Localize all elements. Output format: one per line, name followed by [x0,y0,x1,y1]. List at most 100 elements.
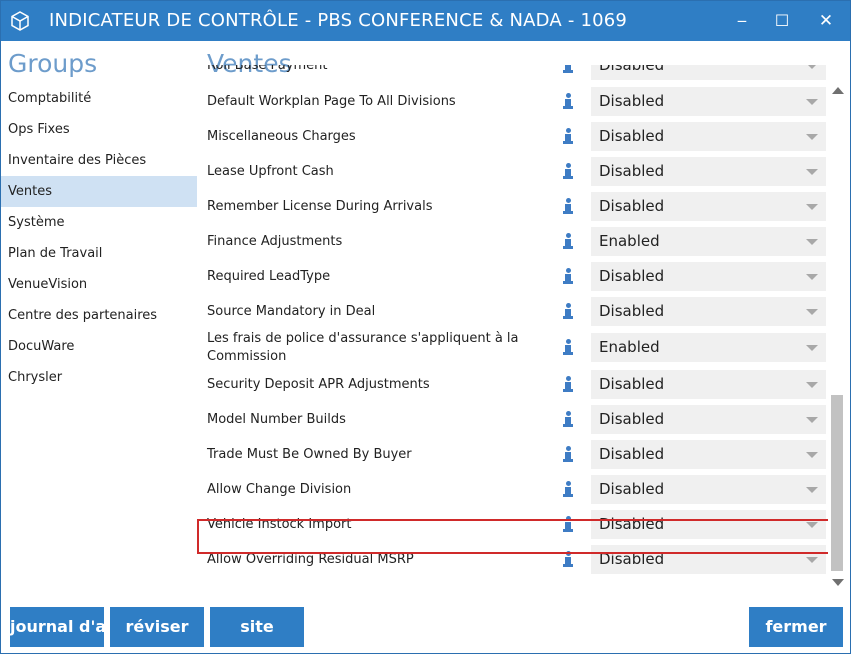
setting-row: Required LeadType Disabled [197,259,827,294]
dropdown-value: Disabled [599,410,665,428]
chevron-down-icon[interactable] [806,417,818,423]
chevron-down-icon[interactable] [806,99,818,105]
window-title: INDICATEUR DE CONTRÔLE - PBS CONFERENCE … [49,10,628,31]
info-icon[interactable] [562,233,574,251]
scrollbar-thumb[interactable] [831,395,843,571]
setting-label: Remember License During Arrivals [207,198,433,214]
site-button[interactable]: site [210,607,304,647]
chevron-down-icon[interactable] [806,452,818,458]
setting-row: Security Deposit APR Adjustments Disabled [197,367,827,402]
info-icon[interactable] [562,411,574,429]
group-item[interactable]: Chrysler [1,362,197,393]
title-bar[interactable]: INDICATEUR DE CONTRÔLE - PBS CONFERENCE … [1,1,850,41]
chevron-down-icon[interactable] [806,239,818,245]
chevron-down-icon[interactable] [806,169,818,175]
reviser-button[interactable]: réviser [110,607,204,647]
chevron-down-icon[interactable] [806,204,818,210]
setting-dropdown[interactable]: Disabled [591,297,826,326]
dropdown-value: Disabled [599,162,665,180]
setting-dropdown[interactable]: Disabled [591,157,826,186]
info-icon[interactable] [562,198,574,216]
setting-row: Lease Upfront Cash Disabled [197,154,827,189]
setting-label: Roll Base Payment [207,65,328,73]
highlight-frame [197,519,830,554]
setting-row: Miscellaneous Charges Disabled [197,119,827,154]
dropdown-value: Enabled [599,338,660,356]
info-icon[interactable] [562,163,574,181]
info-icon[interactable] [562,268,574,286]
fermer-button[interactable]: fermer [749,607,843,647]
info-icon[interactable] [562,65,574,75]
groups-heading: Groups [8,49,98,78]
chevron-down-icon[interactable] [806,274,818,280]
maximize-button[interactable]: ☐ [763,1,801,41]
setting-dropdown[interactable]: Disabled [591,192,826,221]
setting-dropdown[interactable]: Disabled [591,440,826,469]
group-item[interactable]: DocuWare [1,331,197,362]
minimize-button[interactable]: ‒ [723,1,761,41]
chevron-down-icon[interactable] [806,309,818,315]
cube-app-icon [11,11,29,31]
setting-row: Roll Base Payment Disabled [197,65,827,83]
scroll-up-arrow-icon[interactable] [832,87,844,94]
setting-row: Source Mandatory in Deal Disabled [197,294,827,329]
setting-label: Les frais de police d'assurance s'appliq… [207,330,519,364]
setting-dropdown[interactable]: Disabled [591,475,826,504]
group-item[interactable]: Système [1,207,197,238]
group-item[interactable]: Plan de Travail [1,238,197,269]
chevron-down-icon[interactable] [806,557,818,563]
info-icon[interactable] [562,93,574,111]
info-icon[interactable] [562,481,574,499]
setting-dropdown[interactable]: Disabled [591,87,826,116]
vertical-scrollbar[interactable] [828,79,846,591]
group-item[interactable]: Ops Fixes [1,114,197,145]
setting-label: Allow Change Division [207,481,352,497]
chevron-down-icon[interactable] [806,134,818,140]
group-item[interactable]: Ventes [1,176,197,207]
setting-label: Lease Upfront Cash [207,163,334,179]
setting-dropdown[interactable]: Disabled [591,370,826,399]
chevron-down-icon[interactable] [806,382,818,388]
groups-list: Comptabilité Ops Fixes Inventaire des Pièc… [1,83,197,393]
setting-label: Trade Must Be Owned By Buyer [207,446,412,462]
dropdown-value: Disabled [599,197,665,215]
group-item[interactable]: Inventaire des Pièces [1,145,197,176]
setting-row: Allow Change Division Disabled [197,472,827,507]
setting-dropdown[interactable]: Disabled [591,262,826,291]
setting-dropdown[interactable]: Enabled [591,227,826,256]
setting-dropdown[interactable]: Disabled [591,65,826,80]
setting-label: Security Deposit APR Adjustments [207,376,430,392]
setting-label: Default Workplan Page To All Divisions [207,93,456,109]
setting-dropdown[interactable]: Enabled [591,333,826,362]
setting-label: Miscellaneous Charges [207,128,356,144]
group-item[interactable]: Centre des partenaires [1,300,197,331]
setting-label: Required LeadType [207,268,331,284]
info-icon[interactable] [562,446,574,464]
setting-row: Model Number Builds Disabled [197,402,827,437]
setting-row: Remember License During Arrivals Disabled [197,189,827,224]
setting-label: Model Number Builds [207,411,346,427]
chevron-down-icon[interactable] [806,65,818,69]
group-item[interactable]: VenueVision [1,269,197,300]
dropdown-value: Disabled [599,375,665,393]
setting-dropdown[interactable]: Disabled [591,122,826,151]
setting-row: Default Workplan Page To All Divisions Di… [197,84,827,119]
setting-row: Finance Adjustments Enabled [197,224,827,259]
dropdown-value: Disabled [599,267,665,285]
journal-button[interactable]: journal d'a [10,607,104,647]
setting-dropdown[interactable]: Disabled [591,405,826,434]
chevron-down-icon[interactable] [806,487,818,493]
chevron-down-icon[interactable] [806,345,818,351]
info-icon[interactable] [562,339,574,357]
control-indicator-window: INDICATEUR DE CONTRÔLE - PBS CONFERENCE … [0,0,851,654]
close-button[interactable]: ✕ [807,1,845,41]
info-icon[interactable] [562,376,574,394]
scroll-down-arrow-icon[interactable] [832,579,844,586]
dropdown-value: Disabled [599,445,665,463]
dropdown-value: Enabled [599,232,660,250]
info-icon[interactable] [562,128,574,146]
dropdown-value: Disabled [599,302,665,320]
group-item[interactable]: Comptabilité [1,83,197,114]
info-icon[interactable] [562,303,574,321]
setting-label: Finance Adjustments [207,233,343,249]
